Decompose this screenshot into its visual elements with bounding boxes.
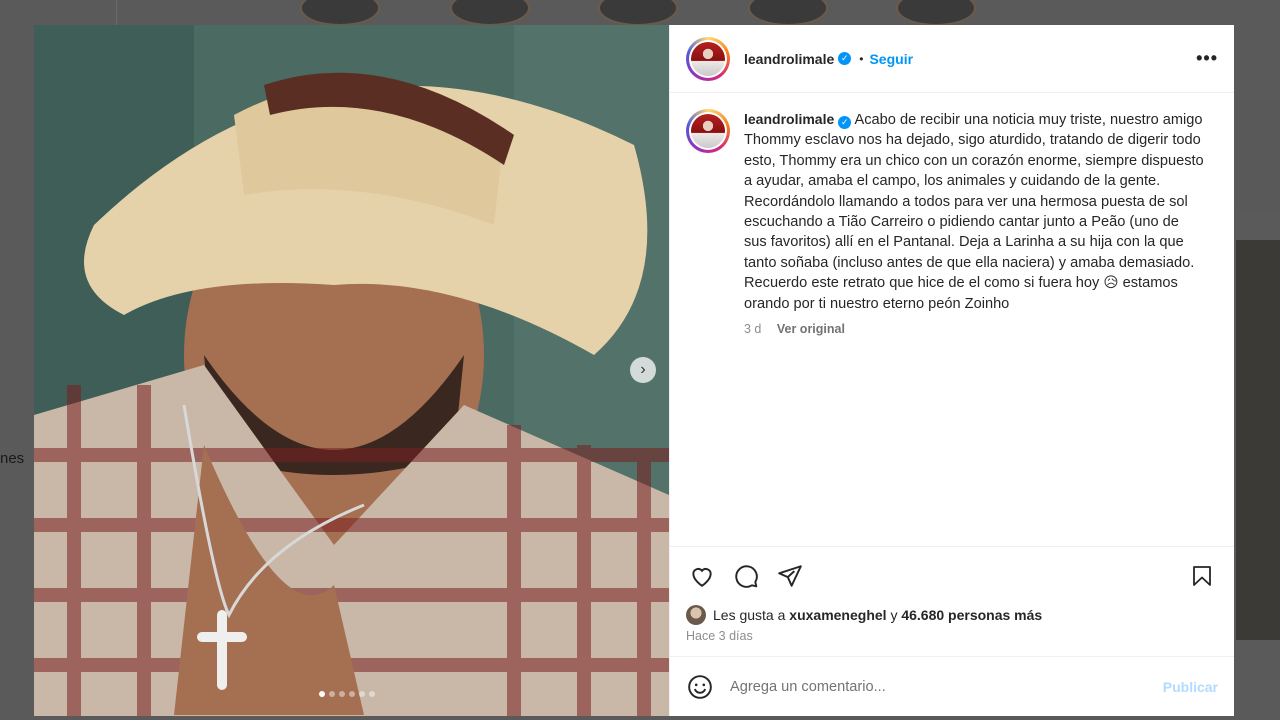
add-comment-bar: Publicar xyxy=(670,656,1234,716)
story-avatar[interactable] xyxy=(450,0,530,26)
carousel-dot xyxy=(359,691,365,697)
likes-prefix: Les gusta a xyxy=(713,607,786,623)
story-avatar[interactable] xyxy=(896,0,976,26)
see-original-button[interactable]: Ver original xyxy=(777,322,845,336)
verified-icon: ✓ xyxy=(838,52,852,65)
post-caption: leandrolimale ✓ Acabo de recibir una noti… xyxy=(744,109,1204,314)
comment-button[interactable] xyxy=(730,560,762,592)
divider xyxy=(116,0,117,25)
like-button[interactable] xyxy=(686,560,718,592)
portrait-photo xyxy=(34,25,669,716)
save-button[interactable] xyxy=(1186,560,1218,592)
share-button[interactable] xyxy=(774,560,806,592)
post-header: leandrolimale ✓ • Seguir ••• xyxy=(670,25,1234,93)
caption-author-avatar[interactable] xyxy=(686,109,730,153)
chevron-right-icon: › xyxy=(640,361,646,378)
comment-input[interactable] xyxy=(730,678,1163,695)
carousel-dot xyxy=(329,691,335,697)
caption-text: Acabo de recibir una noticia muy triste,… xyxy=(744,112,1204,312)
caption-age: 3 d xyxy=(744,322,762,337)
background-post xyxy=(1236,240,1280,640)
publish-button[interactable]: Publicar xyxy=(1163,679,1218,695)
likes-count[interactable]: 46.680 personas más xyxy=(901,607,1042,623)
share-icon xyxy=(778,564,802,587)
next-image-button[interactable]: › xyxy=(630,357,656,383)
emoji-button[interactable] xyxy=(686,673,714,701)
author-username[interactable]: leandrolimale xyxy=(744,51,834,67)
bookmark-icon xyxy=(1193,565,1211,586)
carousel-dot xyxy=(369,691,375,697)
caption-username[interactable]: leandrolimale xyxy=(744,111,834,127)
follow-button[interactable]: Seguir xyxy=(869,51,913,67)
emoji-icon xyxy=(688,674,712,699)
comment-icon xyxy=(735,564,758,588)
post-modal: › leandrolimale ✓ • Seguir ••• leandroli… xyxy=(34,25,1234,716)
background-card xyxy=(1236,100,1280,210)
separator-dot: • xyxy=(859,51,864,66)
more-options-button[interactable]: ••• xyxy=(1196,48,1218,69)
heart-icon xyxy=(692,567,712,587)
verified-icon: ✓ xyxy=(838,115,852,129)
action-bar xyxy=(670,546,1234,604)
caption-row: leandrolimale ✓ Acabo de recibir una noti… xyxy=(686,109,1218,314)
post-timestamp: Hace 3 días xyxy=(686,629,753,643)
carousel-dot xyxy=(339,691,345,697)
likes-summary: Les gusta a xuxameneghel y 46.680 person… xyxy=(670,604,1234,626)
liker-username[interactable]: xuxameneghel xyxy=(789,607,886,623)
story-avatar[interactable] xyxy=(300,0,380,26)
background-text: nes xyxy=(0,450,25,467)
carousel-dot xyxy=(319,691,325,697)
liker-avatar[interactable] xyxy=(686,605,706,625)
caption-meta: 3 d Ver original xyxy=(744,322,1218,336)
carousel-indicator xyxy=(319,691,375,697)
story-avatar[interactable] xyxy=(598,0,678,26)
carousel-dot xyxy=(349,691,355,697)
author-avatar[interactable] xyxy=(686,36,730,81)
post-image: › xyxy=(34,25,669,716)
comments-section: leandrolimale ✓ Acabo de recibir una noti… xyxy=(670,93,1234,546)
likes-mid: y xyxy=(890,607,898,623)
post-side-panel: leandrolimale ✓ • Seguir ••• leandrolima… xyxy=(669,25,1234,716)
story-avatar[interactable] xyxy=(748,0,828,26)
